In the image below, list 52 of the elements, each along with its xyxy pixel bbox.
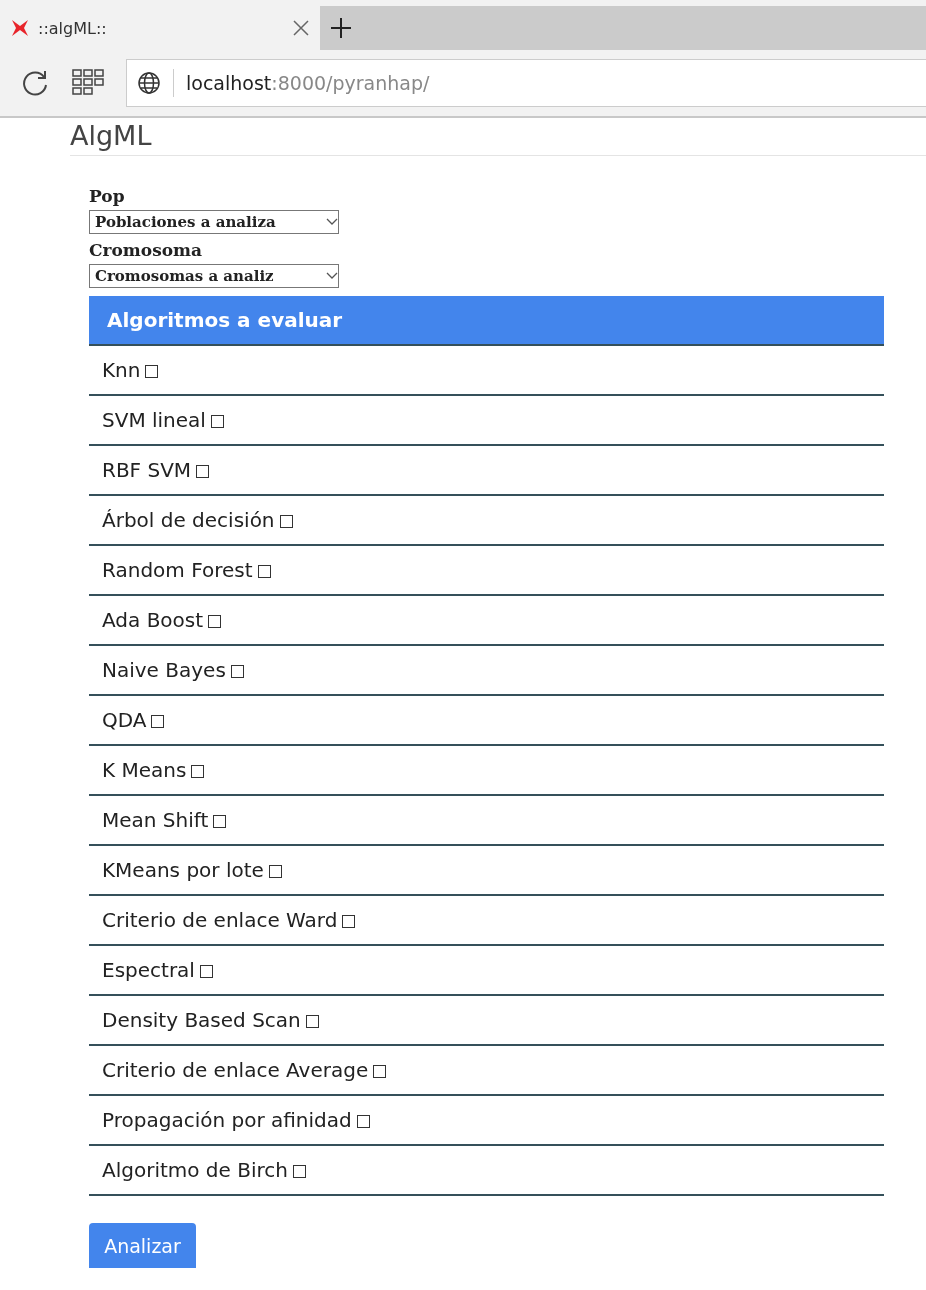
algorithm-label: SVM lineal xyxy=(102,408,206,432)
brand-title: AlgML xyxy=(70,118,926,156)
algorithm-label: Ada Boost xyxy=(102,608,204,632)
algorithm-label: Árbol de decisión xyxy=(102,508,275,532)
algorithm-label: Criterio de enlace Ward xyxy=(102,908,338,932)
checkbox[interactable] xyxy=(191,765,205,778)
checkbox[interactable] xyxy=(213,815,227,828)
checkbox[interactable] xyxy=(199,965,213,978)
chevron-down-icon xyxy=(326,218,338,226)
algorithm-label: Density Based Scan xyxy=(102,1008,301,1032)
checkbox[interactable] xyxy=(145,365,159,378)
checkbox[interactable] xyxy=(305,1015,319,1028)
refresh-icon[interactable] xyxy=(20,68,50,98)
checkbox[interactable] xyxy=(208,615,222,628)
algorithm-label: KMeans por lote xyxy=(102,858,264,882)
algorithm-label: QDA xyxy=(102,708,147,732)
algorithm-label: Algoritmo de Birch xyxy=(102,1158,288,1182)
algorithm-label: K Means xyxy=(102,758,187,782)
logo-icon xyxy=(10,19,30,37)
globe-icon xyxy=(137,71,161,95)
checkbox[interactable] xyxy=(196,465,210,478)
algorithm-label: Propagación por afinidad xyxy=(102,1108,352,1132)
algorithm-label: RBF SVM xyxy=(102,458,192,482)
checkbox[interactable] xyxy=(279,515,293,528)
grid-icon[interactable] xyxy=(72,69,104,97)
checkbox[interactable] xyxy=(257,565,271,578)
algorithm-label: Espectral xyxy=(102,958,195,982)
checkbox[interactable] xyxy=(151,715,165,728)
checkbox[interactable] xyxy=(342,915,356,928)
address-bar[interactable]: localhost:8000/pyranhap/ xyxy=(126,59,926,107)
plus-icon[interactable] xyxy=(330,17,352,39)
algorithm-label: Criterio de enlace Average xyxy=(102,1058,369,1082)
chevron-down-icon xyxy=(326,272,338,280)
select-field[interactable]: Poblaciones a analiza xyxy=(89,210,339,234)
tab-title: ::algML:: xyxy=(38,18,108,38)
panel-title: Algoritmos a evaluar xyxy=(107,308,343,332)
algorithm-label: Mean Shift xyxy=(102,808,209,832)
url-text: localhost:8000/pyranhap/ xyxy=(186,72,430,94)
checkbox[interactable] xyxy=(373,1065,387,1078)
algorithm-label: Random Forest xyxy=(102,558,253,582)
field-label: Cromosoma xyxy=(89,239,203,262)
checkbox[interactable] xyxy=(230,665,244,678)
checkbox[interactable] xyxy=(292,1165,306,1178)
algorithm-label: Knn xyxy=(102,358,141,382)
field-label: Pop xyxy=(89,185,125,208)
close-icon[interactable] xyxy=(292,19,310,37)
analyze-button[interactable]: Analizar xyxy=(89,1223,196,1268)
checkbox[interactable] xyxy=(210,415,224,428)
algorithm-label: Naive Bayes xyxy=(102,658,226,682)
checkbox[interactable] xyxy=(268,865,282,878)
checkbox[interactable] xyxy=(356,1115,370,1128)
select-field[interactable]: Cromosomas a analiz xyxy=(89,264,339,288)
